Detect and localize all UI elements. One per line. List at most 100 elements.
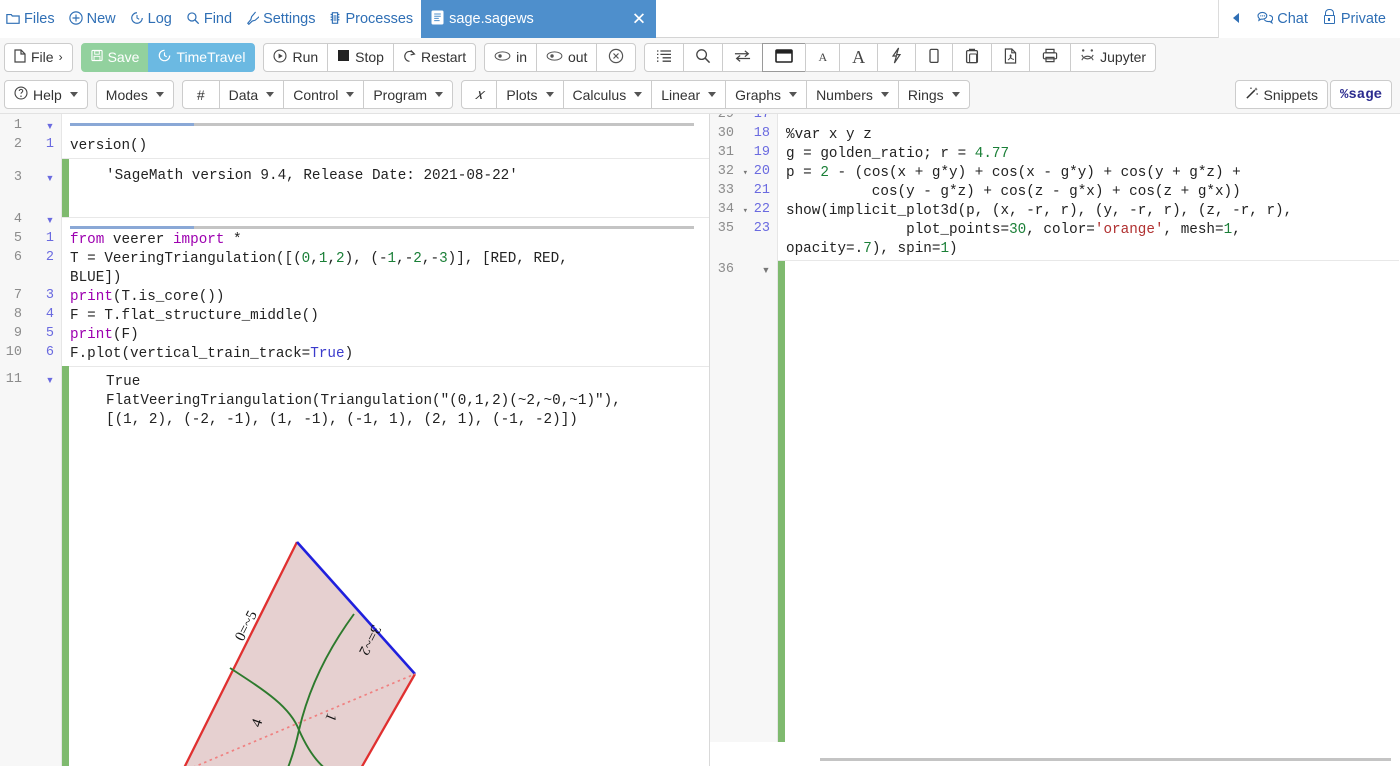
topnav-item-settings[interactable]: Settings [240, 0, 323, 38]
snippets-button[interactable]: Snippets [1235, 80, 1328, 109]
paste-button[interactable] [952, 43, 992, 72]
code-line: F = T.flat_structure_middle() [70, 307, 319, 326]
toggle-mode-button[interactable] [722, 43, 763, 72]
save-label: Save [108, 49, 140, 65]
collapse-left-button[interactable] [1225, 0, 1249, 38]
cell-line-number[interactable]: ▾ [30, 118, 54, 135]
flat-veering-triangulation-plot: 0=~5 3=~2 4 1 2 0 [162, 532, 462, 766]
menu-program[interactable]: Program [363, 80, 453, 109]
chevron-down-icon [952, 92, 960, 97]
menu-comment[interactable]: # [182, 80, 220, 109]
cell-line-number[interactable]: ▾ [30, 212, 54, 229]
print-button[interactable] [1029, 43, 1071, 72]
gutter-row: 51 [0, 231, 62, 250]
decrease-font-button[interactable]: A [805, 43, 840, 72]
window-split-icon [775, 49, 793, 66]
line-number: 9 [0, 326, 22, 341]
font-increase-icon: A [852, 47, 865, 68]
chevron-down-icon [156, 92, 164, 97]
line-number: 35 [710, 221, 734, 236]
cell-input-bar [70, 226, 694, 229]
fold-arrow-icon[interactable]: ▾ [743, 168, 748, 178]
chevron-down-icon [708, 92, 716, 97]
topnav-item-log[interactable]: Log [124, 0, 180, 38]
right-editor-pane[interactable]: 2917 3018 3119 3220▾ 3321 3422▾ 3523 36▾… [710, 114, 1399, 766]
line-number: 11 [0, 372, 22, 387]
search-icon [695, 48, 711, 67]
code-line: opacity=.7), spin=1) [786, 240, 958, 259]
file-menu-button[interactable]: File › [4, 43, 73, 72]
cell-line-number[interactable]: ▾ [746, 262, 770, 279]
output-text: True [106, 373, 140, 392]
topnav-label: Log [148, 11, 172, 27]
cell-line-number[interactable]: ▾ [30, 170, 54, 187]
menu-graphs-label: Graphs [735, 87, 781, 103]
file-icon [14, 49, 26, 66]
menu-calculus[interactable]: Calculus [563, 80, 653, 109]
topnav-item-files[interactable]: Files [0, 0, 63, 38]
topnav-item-processes[interactable]: Processes [323, 0, 421, 38]
menu-data[interactable]: Data [219, 80, 285, 109]
code-line: show(implicit_plot3d(p, (x, -r, r), (y, … [786, 202, 1292, 221]
memory-icon [329, 11, 341, 27]
menu-help[interactable]: Help [4, 80, 88, 109]
output-indicator-bar [778, 261, 785, 747]
cell-line-number[interactable]: ▾ [30, 372, 54, 389]
menu-rings[interactable]: Rings [898, 80, 970, 109]
help-group: Help [4, 80, 88, 109]
save-button[interactable]: Save [81, 43, 150, 72]
left-editor-pane[interactable]: 1▾ 21 3▾ 4▾ 51 62 73 84 95 106 11▾ versi… [0, 114, 710, 766]
left-pane-cell-bar [62, 366, 69, 766]
right-code-area[interactable]: %var x y z g = golden_ratio; r = 4.77 p … [778, 114, 1399, 766]
menu-numbers[interactable]: Numbers [806, 80, 899, 109]
fold-in-button[interactable]: in [484, 43, 537, 72]
menu-plots-label: Plots [506, 87, 537, 103]
restart-button[interactable]: Restart [393, 43, 476, 72]
menu-graphs[interactable]: Graphs [725, 80, 807, 109]
chat-icon [1257, 11, 1273, 27]
chat-button[interactable]: Chat [1251, 0, 1316, 38]
topnav-item-find[interactable]: Find [180, 0, 240, 38]
jupyter-button[interactable]: Jupyter [1070, 43, 1156, 72]
table-of-contents-button[interactable] [644, 43, 684, 72]
gutter-row: 3220▾ [710, 164, 778, 183]
clear-output-button[interactable] [596, 43, 636, 72]
split-window-button[interactable] [762, 43, 806, 72]
private-button[interactable]: Private [1318, 0, 1400, 38]
topnav-label: New [87, 11, 116, 27]
left-code-area[interactable]: version() 'SageMath version 9.4, Release… [62, 114, 709, 766]
stop-button[interactable]: Stop [327, 43, 394, 72]
line-number: 30 [710, 126, 734, 141]
collapse-in-icon [494, 49, 511, 65]
menu-linear[interactable]: Linear [651, 80, 726, 109]
table-of-contents-icon [656, 49, 672, 66]
top-tab-bar: Files New Log Find Settings Processes [0, 0, 1400, 38]
gutter-row: 36▾ [710, 262, 778, 281]
find-in-document-button[interactable] [683, 43, 723, 72]
fold-arrow-icon[interactable]: ▾ [743, 206, 748, 216]
timetravel-button[interactable]: TimeTravel [148, 43, 255, 72]
sage-mode-button[interactable]: %sage [1330, 80, 1392, 109]
menu-modes[interactable]: Modes [96, 80, 174, 109]
menu-variable[interactable]: 𝑥 [461, 80, 497, 109]
topnav-label: Find [204, 11, 232, 27]
increase-font-button[interactable]: A [839, 43, 878, 72]
file-tab-sage-sagews[interactable]: sage.sagews ✕ [421, 0, 656, 38]
menu-plots[interactable]: Plots [496, 80, 563, 109]
export-pdf-button[interactable] [991, 43, 1030, 72]
line-number: 34 [710, 202, 734, 217]
menu-control[interactable]: Control [283, 80, 364, 109]
chevron-down-icon [346, 92, 354, 97]
menu-numbers-label: Numbers [816, 87, 873, 103]
cell-input-bar [70, 123, 694, 126]
line-number: 4 [0, 212, 22, 227]
menu-rings-label: Rings [908, 87, 944, 103]
topnav-item-new[interactable]: New [63, 0, 124, 38]
fold-out-button[interactable]: out [536, 43, 597, 72]
copy-button[interactable] [915, 43, 953, 72]
code-line: version() [70, 137, 147, 156]
run-label: Run [292, 49, 318, 65]
close-icon[interactable]: ✕ [632, 11, 646, 28]
format-button[interactable] [877, 43, 916, 72]
run-button[interactable]: Run [263, 43, 328, 72]
